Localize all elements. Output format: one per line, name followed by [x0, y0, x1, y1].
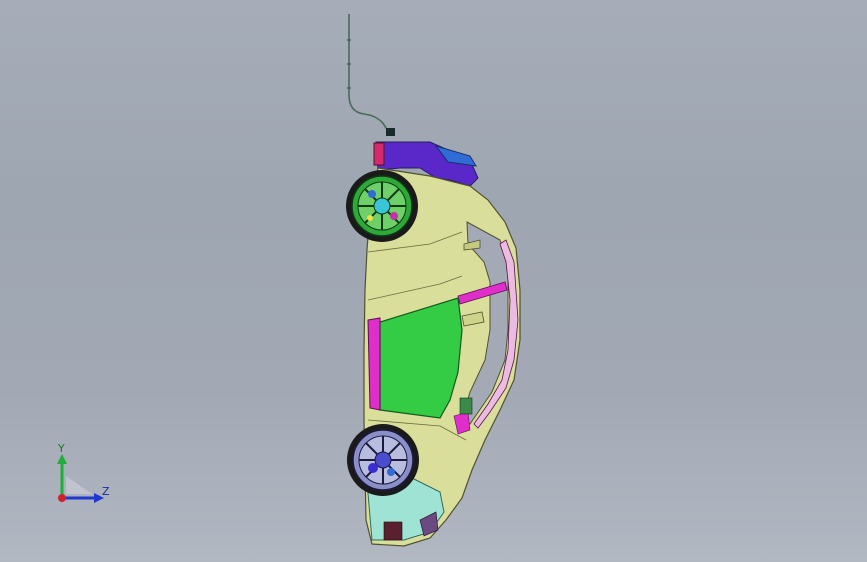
car-model[interactable]	[0, 0, 867, 562]
axis-z-label: Z	[102, 485, 110, 498]
axis-triad: Y Z	[48, 440, 118, 510]
antenna-cable-icon	[347, 14, 395, 136]
axis-y-label: Y	[58, 442, 65, 455]
wheel-rear-icon[interactable]	[346, 170, 418, 242]
graphics-viewport[interactable]: Y Z	[0, 0, 867, 562]
wheel-front-icon[interactable]	[347, 424, 419, 496]
